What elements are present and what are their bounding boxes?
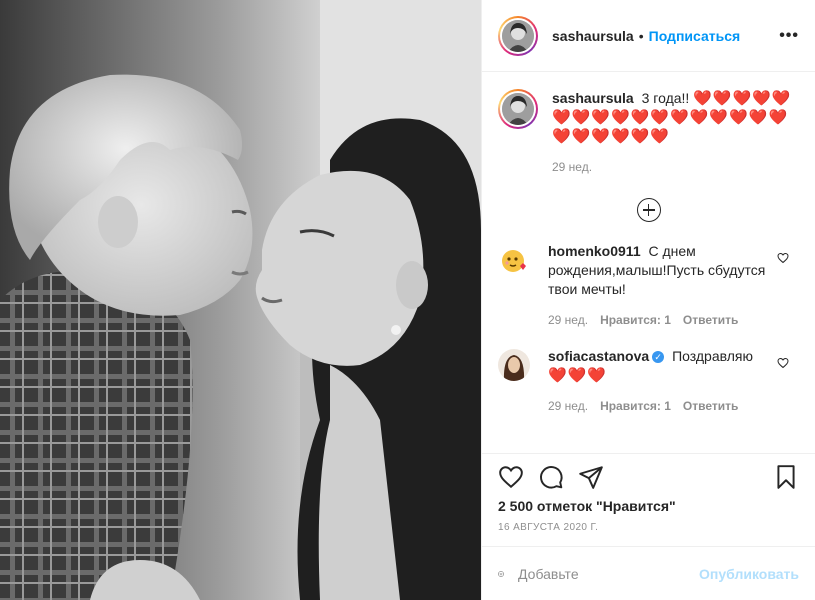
post-photo-image (0, 0, 481, 600)
more-options-icon[interactable]: ••• (779, 27, 799, 45)
action-bar (498, 454, 799, 496)
comment-meta: 29 нед. Нравится: 1 Ответить (548, 313, 768, 327)
load-more[interactable] (498, 198, 799, 222)
comment-text: homenko0911 С днем рождения,малыш!Пусть … (548, 242, 768, 299)
follow-button[interactable]: Подписаться (649, 28, 741, 44)
post-date[interactable]: 16 АВГУСТА 2020 Г. (498, 522, 799, 533)
comment-text: sofiacastanova ✓ Поздравляю ❤️❤️❤️ (548, 347, 768, 385)
caption-meta: 29 нед. (552, 160, 792, 174)
bookmark-icon[interactable] (773, 464, 799, 490)
comment-likes[interactable]: Нравится: 1 (600, 399, 671, 413)
comment-hearts: ❤️❤️❤️ (548, 367, 608, 384)
caption: sashaursula 3 года!! ❤️❤️❤️❤️❤️❤️❤️❤️❤️❤… (498, 89, 799, 174)
publish-button[interactable]: Опубликовать (699, 566, 799, 582)
comment-username[interactable]: homenko0911 (548, 243, 641, 259)
reply-button[interactable]: Ответить (683, 399, 738, 413)
comment-username[interactable]: sofiacastanova (548, 348, 649, 364)
separator-dot: • (638, 27, 644, 44)
post-header: sashaursula • Подписаться ••• (482, 0, 815, 72)
comment-time[interactable]: 29 нед. (548, 399, 588, 413)
add-comment-input[interactable] (518, 565, 700, 582)
verified-icon: ✓ (652, 351, 665, 363)
avatar (502, 19, 534, 52)
comments-list[interactable]: sashaursula 3 года!! ❤️❤️❤️❤️❤️❤️❤️❤️❤️❤… (482, 73, 815, 453)
add-comment-bar: Опубликовать (482, 546, 815, 600)
comment-icon[interactable] (538, 464, 564, 490)
comment-avatar[interactable] (498, 349, 530, 381)
caption-text: sashaursula 3 года!! ❤️❤️❤️❤️❤️❤️❤️❤️❤️❤… (552, 89, 792, 146)
comment-body: Поздравляю (672, 348, 753, 364)
post-panel: sashaursula • Подписаться ••• sashaursul… (481, 0, 815, 600)
reply-button[interactable]: Ответить (683, 313, 738, 327)
load-more-icon[interactable] (636, 198, 661, 222)
caption-time[interactable]: 29 нед. (552, 160, 592, 174)
story-ring[interactable] (498, 15, 538, 56)
share-icon[interactable] (578, 464, 604, 490)
heart-icon[interactable] (498, 464, 524, 490)
header-username[interactable]: sashaursula (552, 28, 634, 44)
comment-item: homenko0911 С днем рождения,малыш!Пусть … (498, 242, 799, 327)
comment-likes[interactable]: Нравится: 1 (600, 313, 671, 327)
comment-item: sofiacastanova ✓ Поздравляю ❤️❤️❤️ 29 нед… (498, 347, 799, 413)
comment-like-icon[interactable] (777, 252, 789, 264)
comment-time[interactable]: 29 нед. (548, 313, 588, 327)
caption-body: 3 года!! (641, 90, 690, 106)
likes-count[interactable]: 2 500 отметок "Нравится" (498, 498, 799, 514)
caption-avatar (502, 93, 534, 125)
post-photo[interactable] (0, 0, 481, 600)
caption-username[interactable]: sashaursula (552, 90, 634, 106)
comment-meta: 29 нед. Нравится: 1 Ответить (548, 399, 768, 413)
post-actions-section: 2 500 отметок "Нравится" 16 АВГУСТА 2020… (482, 453, 815, 533)
comment-like-icon[interactable] (777, 357, 789, 369)
emoji-icon[interactable] (498, 561, 504, 587)
comment-avatar[interactable] (498, 244, 530, 276)
caption-avatar-ring[interactable] (498, 89, 538, 129)
